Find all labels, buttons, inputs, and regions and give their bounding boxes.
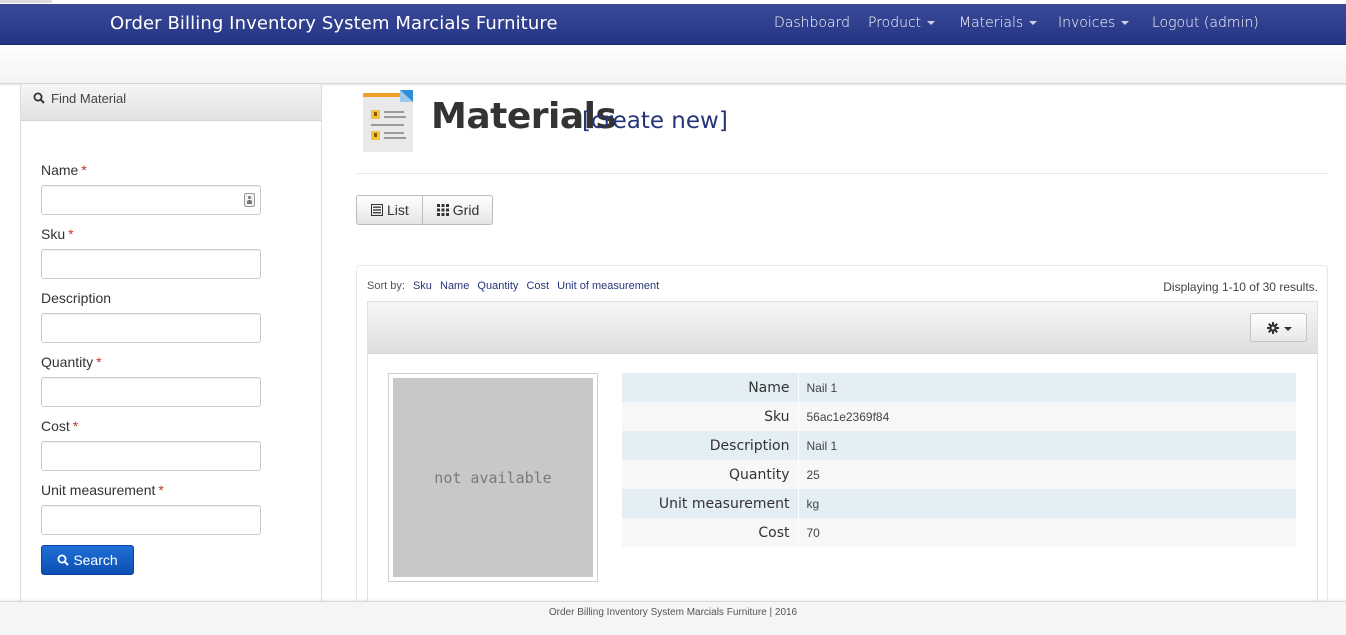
cost-label-text: Cost: [41, 418, 70, 434]
sku-label-text: Sku: [41, 226, 66, 242]
sort-name-link[interactable]: Name: [440, 280, 469, 292]
cost-label: Cost *: [41, 418, 78, 434]
view-toggle: List Grid: [356, 195, 494, 225]
description-field[interactable]: [41, 313, 261, 343]
list-view-label: List: [387, 202, 409, 218]
image-placeholder: not available: [393, 378, 593, 577]
table-row: Sku 56ac1e2369f84: [622, 402, 1296, 431]
chevron-down-icon: [1121, 21, 1130, 25]
sku-label: Sku *: [41, 226, 74, 242]
nav-dashboard[interactable]: Dashboard: [774, 4, 850, 45]
grid-view-label: Grid: [452, 202, 480, 218]
detail-value: 70: [806, 525, 820, 540]
grid-view-button[interactable]: Grid: [422, 195, 494, 225]
detail-label: Name: [622, 373, 799, 402]
contact-card-icon[interactable]: [244, 193, 255, 207]
table-row: Cost 70: [622, 518, 1296, 547]
search-icon: [33, 92, 45, 104]
name-field[interactable]: [41, 185, 261, 215]
sub-bar: [0, 46, 1346, 84]
create-new-link[interactable]: [create new]: [582, 108, 728, 134]
material-detail-table: Name Nail 1 Sku 56ac1e2369f84 Description N…: [622, 373, 1296, 547]
nav-logout-label: Logout (admin): [1152, 15, 1259, 31]
unit-measurement-label-text: Unit measurement: [41, 482, 156, 498]
search-button[interactable]: Search: [41, 545, 134, 575]
navbar: Order Billing Inventory System Marcials …: [0, 4, 1346, 45]
nav-logout[interactable]: Logout (admin): [1152, 4, 1259, 45]
table-row: Description Nail 1: [622, 431, 1296, 460]
material-image: not available: [388, 373, 598, 582]
list-icon: [371, 204, 383, 216]
nav-invoices[interactable]: Invoices: [1058, 4, 1130, 45]
unit-measurement-label: Unit measurement *: [41, 482, 164, 498]
sort-sku-link[interactable]: Sku: [413, 280, 432, 292]
detail-label: Unit measurement: [622, 489, 799, 518]
nav-dashboard-label: Dashboard: [774, 15, 850, 31]
detail-label: Sku: [622, 402, 799, 431]
name-label-text: Name: [41, 162, 79, 178]
chevron-down-icon: [1029, 21, 1038, 25]
chevron-down-icon: [927, 21, 936, 25]
detail-value: 25: [806, 467, 820, 482]
find-material-panel: Find Material Name * Sku * Description Qua…: [20, 84, 322, 602]
sort-label: Sort by:: [367, 280, 405, 292]
sort-bar: Sort by: Sku Name Quantity Cost Unit of …: [367, 280, 659, 292]
footer: Order Billing Inventory System Marcials …: [0, 601, 1346, 635]
detail-value: Nail 1: [806, 380, 838, 395]
required-mark: *: [96, 354, 102, 370]
quantity-label-text: Quantity: [41, 354, 94, 370]
results-summary: Displaying 1-10 of 30 results.: [1163, 280, 1318, 294]
description-label: Description: [41, 290, 111, 306]
gear-icon: [1267, 322, 1279, 334]
chevron-down-icon: [1284, 327, 1292, 331]
footer-text: Order Billing Inventory System Marcials …: [548, 607, 798, 618]
find-material-header: Find Material: [21, 84, 321, 121]
name-label: Name *: [41, 162, 87, 178]
material-item-header: [368, 302, 1317, 354]
sku-field[interactable]: [41, 249, 261, 279]
sort-unit-link[interactable]: Unit of measurement: [557, 280, 659, 292]
required-mark: *: [158, 482, 164, 498]
image-placeholder-text: not available: [434, 468, 552, 487]
nav-product-label: Product: [868, 15, 922, 31]
table-row: Quantity 25: [622, 460, 1296, 489]
detail-value: Nail 1: [806, 438, 838, 453]
item-actions-button[interactable]: [1250, 313, 1307, 342]
list-view-button[interactable]: List: [356, 195, 423, 225]
document-icon: [363, 90, 413, 152]
app-brand[interactable]: Order Billing Inventory System Marcials …: [110, 4, 558, 45]
search-button-label: Search: [73, 552, 118, 568]
top-strip: [0, 0, 52, 3]
quantity-label: Quantity *: [41, 354, 102, 370]
required-mark: *: [68, 226, 74, 242]
table-row: Name Nail 1: [622, 373, 1296, 402]
nav-invoices-label: Invoices: [1058, 15, 1116, 31]
grid-icon: [436, 204, 449, 216]
required-mark: *: [81, 162, 87, 178]
nav-materials-label: Materials: [959, 15, 1024, 31]
detail-value: kg: [806, 496, 820, 511]
find-material-title: Find Material: [51, 91, 127, 106]
detail-label: Cost: [622, 518, 799, 547]
detail-value: 56ac1e2369f84: [806, 409, 890, 424]
unit-measurement-field[interactable]: [41, 505, 261, 535]
detail-label: Description: [622, 431, 799, 460]
sort-cost-link[interactable]: Cost: [526, 280, 549, 292]
required-mark: *: [72, 418, 79, 434]
search-icon: [57, 554, 70, 566]
quantity-field[interactable]: [41, 377, 261, 407]
detail-label: Quantity: [622, 460, 799, 489]
divider: [356, 173, 1328, 174]
nav-product[interactable]: Product: [868, 4, 936, 45]
table-row: Unit measurement kg: [622, 489, 1296, 518]
nav-materials[interactable]: Materials: [959, 4, 1038, 45]
description-label-text: Description: [41, 290, 112, 306]
sort-quantity-link[interactable]: Quantity: [477, 280, 518, 292]
cost-field[interactable]: [41, 441, 261, 471]
